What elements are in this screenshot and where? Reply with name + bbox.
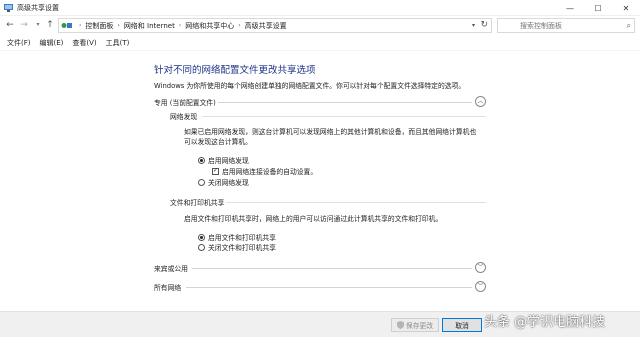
disable-network-discovery-radio[interactable] [198,178,205,186]
disable-file-sharing-label[interactable]: 关闭文件和打印机共享 [208,242,276,252]
breadcrumb-separator-icon[interactable]: › [179,22,181,29]
breadcrumb-separator-icon: › [79,22,82,29]
menu-bar: 文件(F) 编辑(E) 查看(V) 工具(T) [0,36,640,51]
chevron-down-icon[interactable]: ﹀ [475,262,486,273]
refresh-icon[interactable]: ↻ [480,20,488,30]
disable-file-sharing-option[interactable]: 关闭文件和打印机共享 [198,242,276,252]
enable-network-discovery-label[interactable]: 启用网络发现 [208,155,249,165]
menu-view[interactable]: 查看(V) [72,38,96,48]
network-discovery-header: 网络发现 [170,111,486,121]
enable-file-sharing-radio[interactable] [198,233,205,241]
enable-network-discovery-option[interactable]: 启用网络发现 [198,155,249,165]
file-printer-sharing-title: 文件和打印机共享 [170,199,225,207]
auto-setup-checkbox[interactable]: ✓ [212,167,219,175]
breadcrumb-advanced-sharing[interactable]: 高级共享设置 [245,21,287,31]
page-title: 针对不同的网络配置文件更改共享选项 [154,65,316,76]
network-discovery-description-line2: 可以发现这台计算机。 [184,138,252,146]
private-profile-label: 专用 (当前配置文件) [154,99,216,107]
cancel-label: 取消 [455,322,469,330]
all-networks-header[interactable]: 所有网络 ﹀ [154,281,486,293]
subsection-divider [202,116,486,117]
guest-profile-header[interactable]: 来宾或公用 ﹀ [154,262,486,274]
breadcrumb-network-sharing-center[interactable]: 网络和共享中心 [185,21,234,31]
control-panel-icon [61,21,73,30]
menu-file[interactable]: 文件(F) [7,38,31,48]
menu-edit[interactable]: 编辑(E) [40,38,64,48]
section-divider [218,102,472,103]
subsection-divider [226,202,486,203]
forward-arrow-icon[interactable]: → [18,19,30,31]
breadcrumb-separator-icon[interactable]: › [238,22,240,29]
maximize-button[interactable]: ☐ [584,0,612,16]
auto-setup-option[interactable]: ✓ 启用网络连接设备的自动设置。 [212,166,317,176]
address-dropdown-icon[interactable]: ▾ [472,22,475,29]
page-description: Windows 为你所使用的每个网络创建单独的网络配置文件。你可以针对每个配置文… [154,82,466,90]
network-settings-icon [4,4,13,12]
breadcrumb-network-internet[interactable]: 网络和 Internet [124,21,175,31]
title-bar: 高级共享设置 — ☐ ✕ [0,0,640,16]
navigation-bar: ← → ▾ ↑ › 控制面板 › 网络和 Internet › 网络和共享中心 … [0,16,640,35]
auto-setup-label[interactable]: 启用网络连接设备的自动设置。 [222,166,317,176]
disable-network-discovery-label[interactable]: 关闭网络发现 [208,177,249,187]
uac-shield-icon [396,321,404,329]
main-content: 针对不同的网络配置文件更改共享选项 Windows 为你所使用的每个网络创建单独… [0,52,640,310]
network-discovery-description-line1: 如果已启用网络发现，则这台计算机可以发现网络上的其他计算机和设备，而且其他网络计… [184,128,477,136]
minimize-button[interactable]: — [556,0,584,16]
save-changes-label: 保存更改 [405,322,434,330]
search-box[interactable]: ⌕ [497,18,635,33]
recent-locations-chevron-icon[interactable]: ▾ [32,19,44,31]
save-changes-button[interactable]: 保存更改 [391,318,439,332]
enable-file-sharing-option[interactable]: 启用文件和打印机共享 [198,232,276,242]
close-button[interactable]: ✕ [612,0,640,16]
breadcrumb-control-panel[interactable]: 控制面板 [85,21,113,31]
section-divider [192,268,472,269]
disable-file-sharing-radio[interactable] [198,243,205,251]
address-bar[interactable]: › 控制面板 › 网络和 Internet › 网络和共享中心 › 高级共享设置… [58,18,492,33]
back-arrow-icon[interactable]: ← [4,19,16,31]
chevron-down-icon[interactable]: ﹀ [475,281,486,292]
section-divider [186,287,472,288]
enable-file-sharing-label[interactable]: 启用文件和打印机共享 [208,232,276,242]
up-arrow-icon[interactable]: ↑ [44,19,56,31]
watermark-text: 头条 @学识电脑科技 [484,315,606,330]
all-networks-label: 所有网络 [154,284,182,292]
file-printer-sharing-header: 文件和打印机共享 [170,197,486,207]
network-discovery-title: 网络发现 [170,113,198,121]
chevron-up-icon[interactable]: ︿ [475,96,486,107]
breadcrumb-separator-icon[interactable]: › [117,22,119,29]
window-title: 高级共享设置 [17,4,59,12]
guest-profile-label: 来宾或公用 [154,265,188,273]
menu-tools[interactable]: 工具(T) [106,38,130,48]
search-input[interactable] [498,19,618,32]
enable-network-discovery-radio[interactable] [198,156,205,164]
file-printer-sharing-description: 启用文件和打印机共享时，网络上的用户可以访问通过此计算机共享的文件和打印机。 [184,215,443,223]
disable-network-discovery-option[interactable]: 关闭网络发现 [198,177,249,187]
cancel-button[interactable]: 取消 [442,318,482,332]
private-profile-header[interactable]: 专用 (当前配置文件) ︿ [154,96,486,108]
search-icon[interactable]: ⌕ [627,21,631,31]
